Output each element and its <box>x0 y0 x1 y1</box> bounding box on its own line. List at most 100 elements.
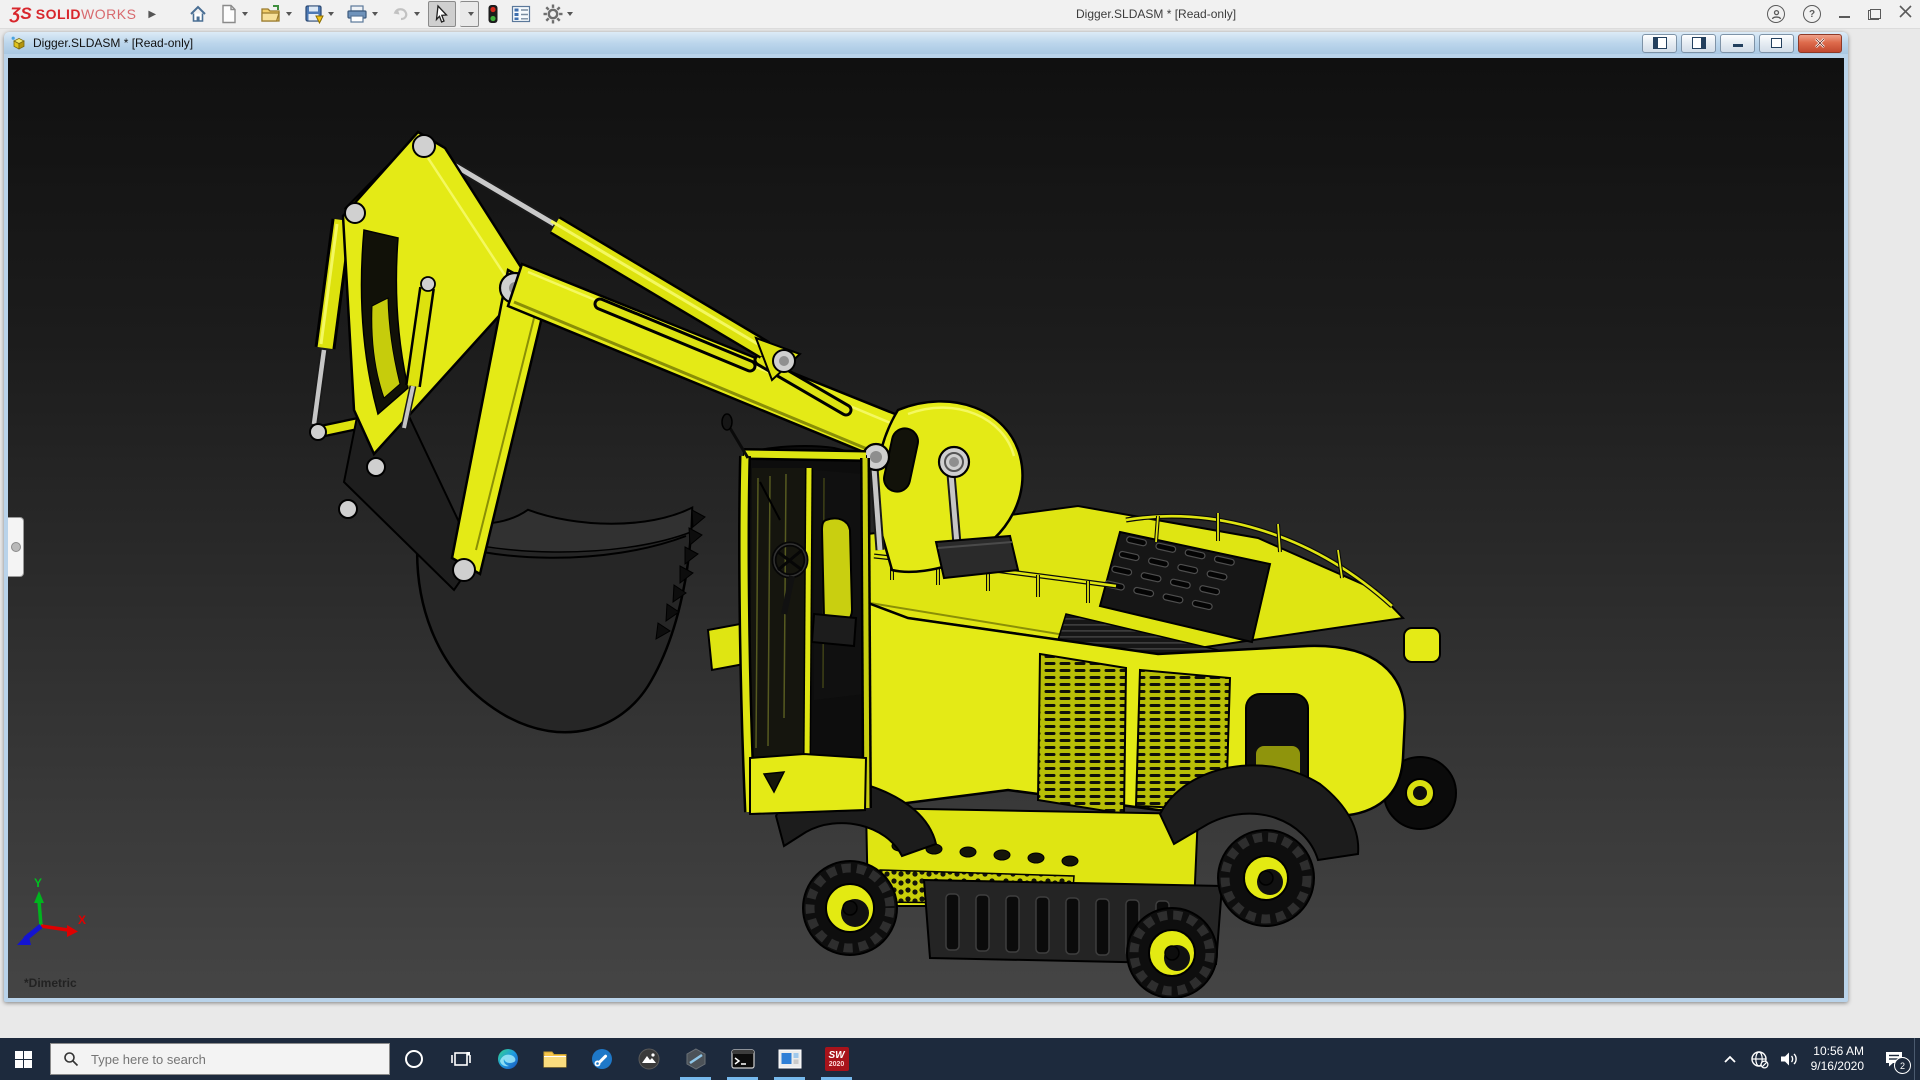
save-icon <box>304 4 324 24</box>
new-document-icon <box>220 4 238 24</box>
cab[interactable] <box>722 414 868 814</box>
undo-icon <box>390 5 410 23</box>
taskbar-icon-file-explorer[interactable] <box>531 1038 578 1080</box>
minimize-button[interactable] <box>1839 10 1850 18</box>
doc-restore-button[interactable] <box>1759 34 1794 53</box>
reference-triad: Y X <box>17 876 86 945</box>
open-dropdown[interactable] <box>286 12 292 16</box>
tray-chevron-up-icon[interactable] <box>1715 1038 1745 1080</box>
print-dropdown[interactable] <box>372 12 378 16</box>
show-desktop-button[interactable] <box>1914 1038 1920 1080</box>
tray-volume-icon[interactable] <box>1775 1038 1805 1080</box>
taskbar-icon-photos[interactable] <box>625 1038 672 1080</box>
solidworks-tile-icon: SW 2020 <box>825 1047 849 1071</box>
options-button[interactable] <box>539 2 577 26</box>
feature-manager-collapsed-tab[interactable] <box>8 517 24 577</box>
counterweight-tab <box>1404 628 1440 662</box>
print-icon <box>346 4 368 24</box>
doc-close-button[interactable] <box>1798 34 1842 53</box>
gear-icon <box>543 4 563 24</box>
search-icon <box>63 1051 79 1067</box>
app-window-controls: ? <box>1767 0 1912 28</box>
taskbar-icon-support-tool[interactable] <box>578 1038 625 1080</box>
open-folder-icon <box>260 4 282 24</box>
pin-apex <box>413 135 435 157</box>
rebuild-button[interactable] <box>483 2 503 26</box>
solidworks-logo-glyph: ƷS <box>10 4 32 24</box>
document-titlebar[interactable]: Digger.SLDASM * [Read-only] <box>4 32 1848 54</box>
doc-close-icon <box>1814 38 1826 48</box>
tray-date: 9/16/2020 <box>1811 1059 1864 1074</box>
solidworks-logo: ƷS SOLID WORKS <box>10 4 136 24</box>
print-button[interactable] <box>342 2 382 26</box>
triad-x-label: X <box>78 913 86 927</box>
action-center-button[interactable]: 2 <box>1874 1038 1914 1080</box>
new-document-dropdown[interactable] <box>242 12 248 16</box>
close-icon <box>1899 5 1912 18</box>
options-dropdown[interactable] <box>567 12 573 16</box>
tray-time: 10:56 AM <box>1811 1044 1864 1059</box>
assembly-doc-icon <box>10 35 27 51</box>
pin-bucket-pivot <box>453 559 475 581</box>
undo-dropdown[interactable] <box>414 12 420 16</box>
arm-beam[interactable] <box>508 264 900 462</box>
windows-logo-icon <box>15 1051 32 1068</box>
front-wedge <box>708 624 744 670</box>
select-dropdown[interactable] <box>460 1 479 27</box>
notification-badge: 2 <box>1894 1057 1911 1074</box>
undo-button[interactable] <box>386 2 424 26</box>
restore-button[interactable] <box>1868 9 1881 20</box>
side-grille-1 <box>1038 654 1126 814</box>
home-button[interactable] <box>184 2 212 26</box>
select-cursor-icon <box>433 4 451 24</box>
doc-minimize-button[interactable] <box>1720 34 1755 53</box>
view-orientation-label: *Dimetric <box>24 976 77 990</box>
wheel-rear-right[interactable] <box>1218 830 1314 926</box>
document-window-controls <box>1638 34 1842 53</box>
pin-left <box>345 203 365 223</box>
new-document-button[interactable] <box>216 2 252 26</box>
taskbar-icon-task-view[interactable] <box>437 1038 484 1080</box>
triad-y-label: Y <box>34 876 42 890</box>
document-title: Digger.SLDASM * [Read-only] <box>33 36 193 50</box>
search-input[interactable] <box>89 1051 363 1068</box>
graphics-viewport[interactable]: Y X *Dimetric <box>8 58 1844 998</box>
seat <box>822 518 852 622</box>
pane-left-button[interactable] <box>1642 34 1677 53</box>
wheel-front-left[interactable] <box>803 861 897 955</box>
list-table-icon <box>511 5 531 23</box>
evaluate-button[interactable] <box>507 2 535 26</box>
mirror <box>722 414 732 430</box>
save-dropdown[interactable] <box>328 12 334 16</box>
open-button[interactable] <box>256 2 296 26</box>
close-button[interactable] <box>1899 5 1912 23</box>
system-tray: 10:56 AM 9/16/2020 2 <box>1715 1038 1920 1080</box>
home-icon <box>188 4 208 24</box>
app-titlebar: ƷS SOLID WORKS ▶ <box>0 0 1920 29</box>
bucket-cylinder[interactable] <box>314 220 342 424</box>
menu-flyout-arrow[interactable]: ▶ <box>148 9 156 20</box>
pane-right-button[interactable] <box>1681 34 1716 53</box>
excavator-model[interactable]: Y X <box>8 58 1844 998</box>
traffic-light-icon <box>487 4 499 24</box>
document-window: Digger.SLDASM * [Read-only] <box>4 32 1848 1002</box>
taskbar-icon-solidworks-2020[interactable]: SW 2020 <box>813 1038 860 1080</box>
taskbar-icon-remote-window[interactable] <box>766 1038 813 1080</box>
tray-network-globe-icon[interactable] <box>1745 1038 1775 1080</box>
app-title: Digger.SLDASM * [Read-only] <box>1076 0 1236 28</box>
windows-taskbar: SW 2020 10:56 AM 9/16/2 <box>0 1038 1920 1080</box>
taskbar-icon-edge[interactable] <box>484 1038 531 1080</box>
taskbar-icon-terminal[interactable] <box>719 1038 766 1080</box>
wheel-front-right[interactable] <box>1127 908 1217 998</box>
start-button[interactable] <box>0 1038 46 1080</box>
taskbar-icon-hexagon-app[interactable] <box>672 1038 719 1080</box>
help-icon[interactable]: ? <box>1803 5 1821 23</box>
save-button[interactable] <box>300 2 338 26</box>
taskbar-icon-cortana[interactable] <box>390 1038 437 1080</box>
bucket[interactable] <box>339 402 705 732</box>
select-button[interactable] <box>428 1 456 27</box>
taskbar-search[interactable] <box>50 1043 390 1075</box>
quick-access-toolbar <box>182 1 579 27</box>
tray-clock[interactable]: 10:56 AM 9/16/2020 <box>1811 1044 1864 1074</box>
account-icon[interactable] <box>1767 5 1785 23</box>
